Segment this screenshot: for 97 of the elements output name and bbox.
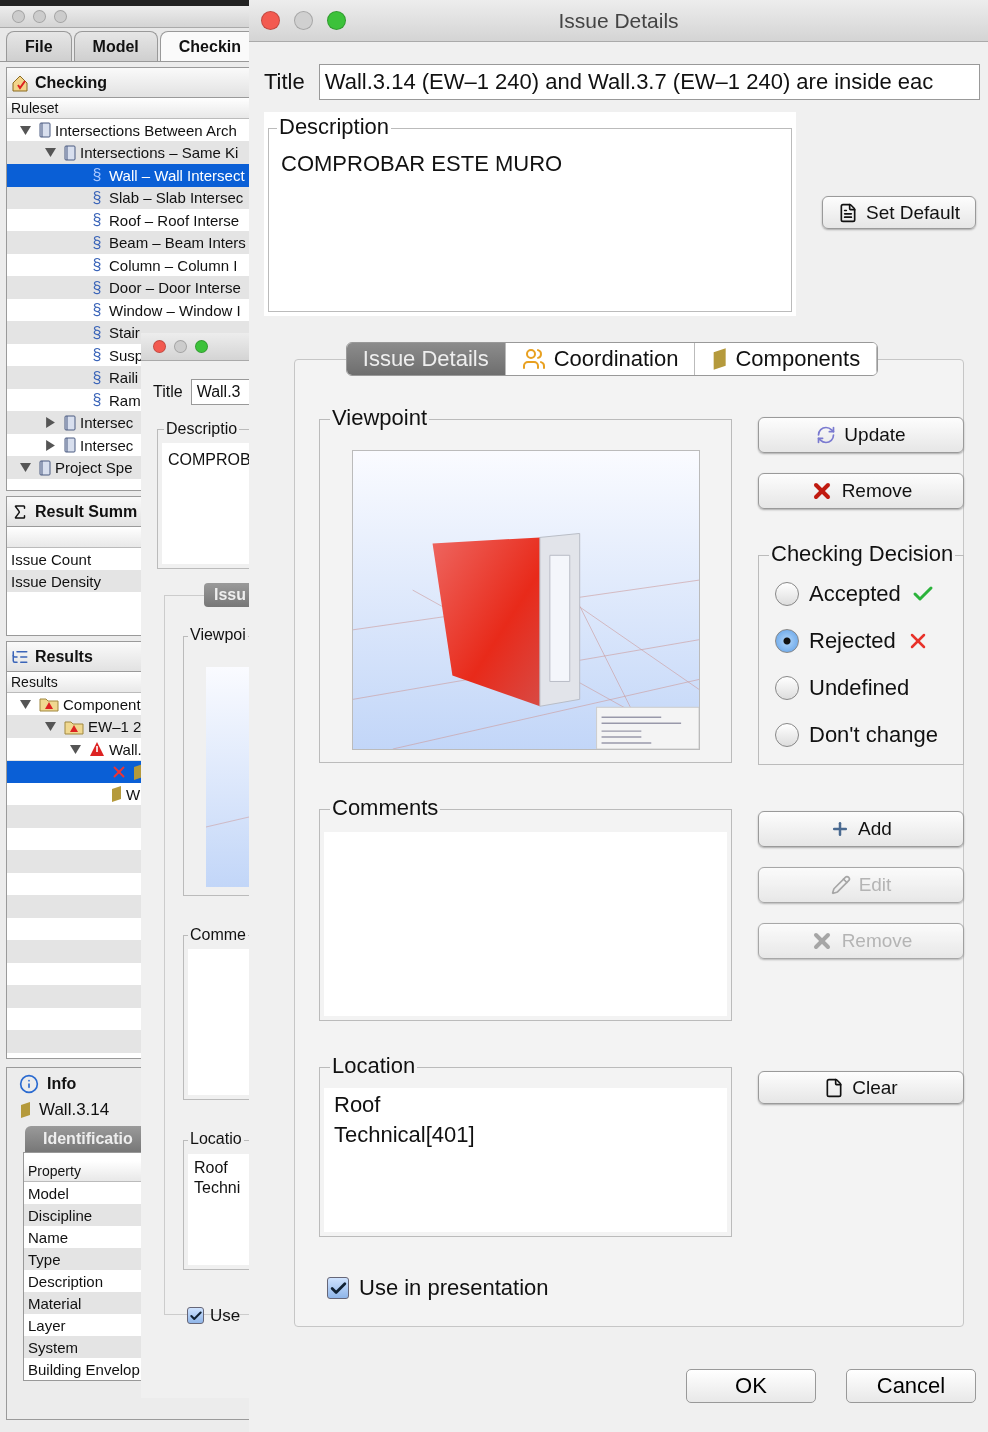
radio-option[interactable]: Don't change (775, 711, 963, 758)
result-tree-row[interactable]: EW–1 2 (7, 715, 249, 738)
warning-icon (89, 741, 105, 758)
group-label: Viewpoi (188, 626, 248, 644)
section-sign-icon: § (89, 211, 105, 230)
panel-title: Results (35, 647, 93, 666)
panel-title: Checking (35, 73, 107, 92)
checkbox[interactable] (187, 1307, 204, 1325)
blank-page-icon (824, 1077, 845, 1098)
expanded-triangle-icon[interactable] (19, 462, 31, 474)
panel-title: Result Summ (35, 502, 138, 521)
checkbox-label: Use in presentation (359, 1275, 549, 1301)
window-control-button[interactable] (174, 340, 187, 353)
document-icon (838, 202, 858, 223)
result-tree-row[interactable]: W (7, 783, 249, 806)
window-control-button[interactable] (12, 10, 25, 23)
ruleset-tree-row[interactable]: Intersections Between Arch (7, 119, 249, 142)
radio-button[interactable] (775, 722, 799, 747)
tab[interactable]: Issue Details (346, 343, 506, 375)
field-label: Title (153, 383, 183, 401)
section-sign-icon: § (89, 188, 105, 207)
notebook-icon (64, 144, 76, 161)
notebook-icon (39, 459, 51, 476)
section-sign-icon: § (89, 166, 105, 185)
main-tab[interactable]: File (6, 31, 72, 61)
add-button[interactable]: Add (758, 811, 964, 847)
radio-option[interactable]: Accepted (775, 570, 963, 617)
expanded-triangle-icon[interactable] (44, 721, 56, 733)
notebook-icon (39, 122, 51, 139)
location-text: Roof Techni (188, 1153, 249, 1265)
info-icon (19, 1074, 39, 1094)
update-button[interactable]: Update (758, 417, 964, 453)
ruleset-tree-row[interactable]: Intersections – Same Ki (7, 141, 249, 164)
expanded-triangle-icon[interactable] (19, 124, 31, 136)
radio-button[interactable] (775, 628, 799, 653)
notebook-icon (64, 414, 76, 431)
notebook-icon (64, 437, 76, 454)
wall-icon (19, 1101, 31, 1119)
field-label: Title (264, 69, 305, 95)
result-tree-row[interactable]: Component (7, 693, 249, 716)
expanded-triangle-icon[interactable] (44, 147, 56, 159)
section-sign-icon: § (89, 256, 105, 275)
set-default-button[interactable]: Set Default (822, 196, 976, 229)
main-tab[interactable]: Checkin (159, 31, 249, 61)
window-control-button[interactable] (261, 11, 280, 30)
window-control-button[interactable] (294, 11, 313, 30)
ruleset-tree-row[interactable]: § Slab – Slab Intersec (7, 186, 249, 209)
window-title: Issue Details (558, 8, 679, 33)
wall-icon (110, 785, 122, 804)
ruleset-tree-row[interactable]: § Roof – Roof Interse (7, 209, 249, 232)
title-field[interactable]: Wall.3 (190, 379, 249, 405)
ruleset-tree-row[interactable]: § Column – Column I (7, 254, 249, 277)
expanded-triangle-icon[interactable] (69, 743, 81, 755)
pencil-icon (830, 875, 851, 895)
remove-button[interactable]: Remove (758, 473, 964, 509)
title-field[interactable]: Wall.3.14 (EW–1 240) and Wall.3.7 (EW–1 240) are inside eac (318, 64, 980, 100)
window-control-button[interactable] (153, 340, 166, 353)
ok-button[interactable]: OK (686, 1369, 816, 1403)
collapsed-triangle-icon[interactable] (44, 439, 56, 451)
ruleset-tree-row[interactable]: § Door – Door Interse (7, 276, 249, 299)
location-text: Roof Technical[401] (324, 1088, 727, 1232)
section-sign-icon: § (89, 278, 105, 297)
ruleset-tree-row[interactable]: § Beam – Beam Inters (7, 231, 249, 254)
radio-button[interactable] (775, 675, 799, 700)
column-header: Ruleset (7, 98, 249, 119)
radio-option[interactable]: Undefined (775, 664, 963, 711)
clear-button[interactable]: Clear (758, 1071, 964, 1104)
description-text[interactable]: COMPROB (162, 442, 249, 564)
cancel-button[interactable]: Cancel (846, 1369, 976, 1403)
refresh-icon (816, 425, 837, 445)
window-control-button[interactable] (195, 340, 208, 353)
expanded-triangle-icon[interactable] (19, 698, 31, 710)
ruleset-tree-row[interactable]: § Wall – Wall Intersect (7, 164, 249, 187)
house-check-icon (11, 73, 29, 92)
section-sign-icon: § (89, 391, 105, 410)
warning-folder-icon (64, 718, 84, 735)
section-sign-icon: § (89, 323, 105, 342)
window-control-button[interactable] (54, 10, 67, 23)
warning-folder-icon (39, 696, 59, 713)
ruleset-tree-row[interactable]: § Window – Window I (7, 299, 249, 322)
section-sign-icon: § (89, 368, 105, 387)
main-tab[interactable]: Model (73, 31, 158, 61)
wall-icon (711, 347, 728, 371)
panel-title: Info (47, 1075, 77, 1093)
section-sign-icon: § (89, 233, 105, 252)
collapsed-triangle-icon[interactable] (44, 417, 56, 429)
window-control-button[interactable] (327, 11, 346, 30)
radio-option[interactable]: Rejected (775, 617, 963, 664)
checkbox[interactable] (327, 1277, 349, 1299)
element-name: Wall.3.14 (39, 1100, 110, 1120)
result-tree-row[interactable]: Wall. (7, 738, 249, 761)
section-sign-icon: § (89, 346, 105, 365)
section-sign-icon: § (89, 301, 105, 320)
people-icon (521, 347, 546, 371)
group-label: Descriptio (164, 419, 240, 438)
window-control-button[interactable] (33, 10, 46, 23)
radio-button[interactable] (775, 581, 799, 606)
